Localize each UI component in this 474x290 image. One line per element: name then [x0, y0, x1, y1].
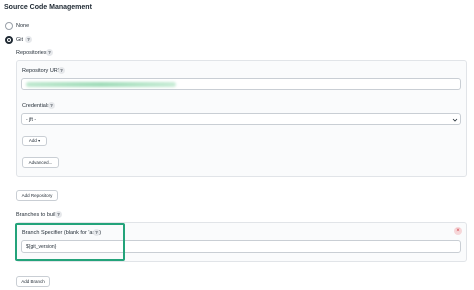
radio-none-label: None	[16, 23, 30, 29]
radio-git[interactable]	[5, 36, 13, 44]
git-help-icon[interactable]: ?	[25, 36, 32, 43]
redacted-url	[26, 82, 176, 87]
chevron-down-icon	[452, 118, 458, 122]
credentials-help-icon[interactable]: ?	[48, 102, 55, 109]
credentials-select[interactable]: - jft -	[21, 113, 461, 125]
delete-branch-icon[interactable]: ×	[454, 227, 462, 235]
branches-label: Branches to build	[16, 212, 59, 218]
credentials-selected-value: - jft -	[26, 117, 36, 123]
highlight-box	[15, 223, 125, 261]
radio-none[interactable]	[5, 22, 13, 30]
repositories-label: Repositories	[16, 50, 47, 56]
caret-down-icon: ▾	[38, 138, 41, 143]
add-credentials-label: Add	[28, 138, 37, 143]
add-credentials-button[interactable]: Add ▾	[22, 136, 47, 146]
section-title: Source Code Management	[4, 4, 92, 11]
repository-url-input[interactable]	[21, 78, 461, 90]
branches-help-icon[interactable]: ?	[55, 211, 62, 218]
add-branch-button[interactable]: Add Branch	[16, 276, 50, 287]
credentials-label: Credentials	[22, 103, 50, 109]
repositories-help-icon[interactable]: ?	[46, 49, 53, 56]
advanced-button[interactable]: Advanced...	[22, 157, 59, 168]
repository-url-help-icon[interactable]: ?	[58, 67, 65, 74]
repository-url-label: Repository URL	[22, 68, 61, 74]
radio-git-label: Git	[16, 37, 24, 43]
add-repository-button[interactable]: Add Repository	[16, 190, 58, 201]
